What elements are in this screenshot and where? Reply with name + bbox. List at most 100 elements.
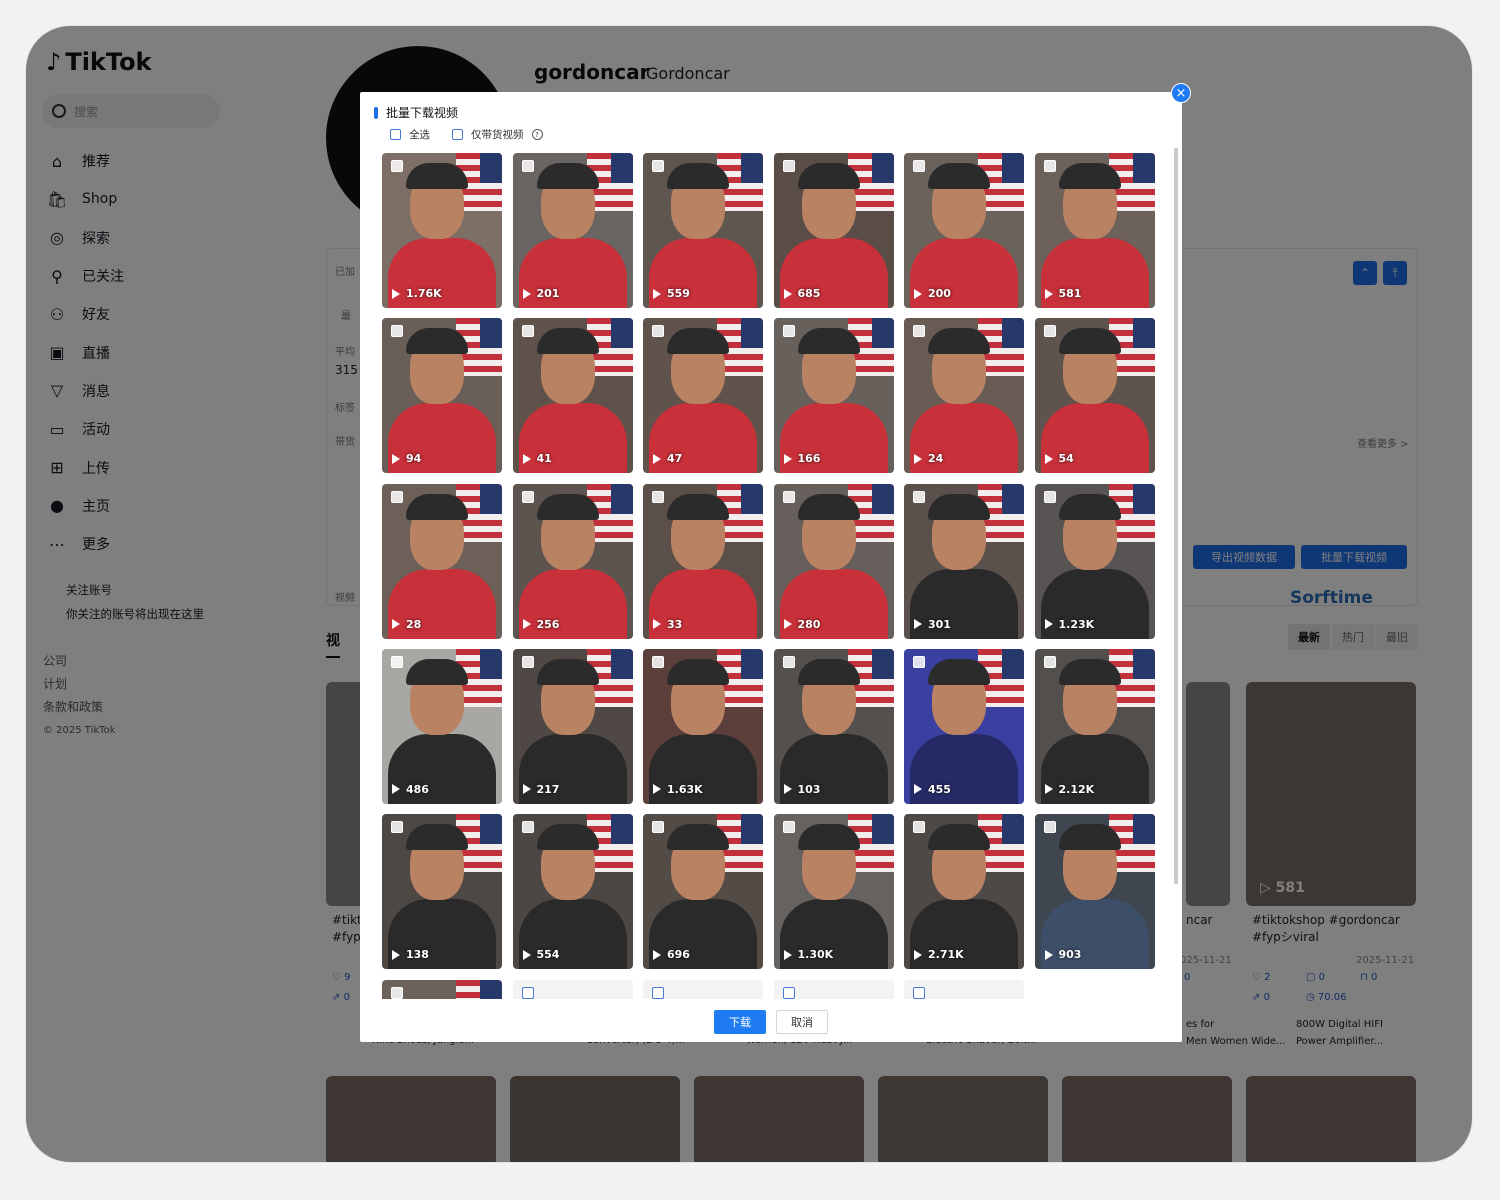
video-tile[interactable]: 581 — [1034, 153, 1155, 308]
play-icon — [653, 288, 661, 299]
tile-checkbox[interactable] — [913, 655, 925, 668]
cap-shape — [928, 328, 990, 355]
dialog-scrollbar[interactable] — [1174, 148, 1178, 884]
video-tile[interactable] — [382, 979, 502, 999]
download-button[interactable]: 下载 — [714, 1010, 766, 1034]
video-tile[interactable]: 2.71K — [904, 814, 1024, 970]
video-tile[interactable]: 47 — [643, 318, 763, 474]
video-tile[interactable] — [773, 979, 894, 999]
video-tile[interactable] — [904, 979, 1024, 999]
video-tile[interactable]: 138 — [382, 814, 502, 970]
video-tile[interactable]: 559 — [643, 153, 763, 308]
tile-checkbox[interactable] — [391, 160, 403, 172]
view-count: 1.76K — [392, 287, 442, 300]
tile-checkbox[interactable] — [521, 821, 534, 834]
tile-checkbox[interactable] — [1043, 325, 1056, 338]
video-tile[interactable]: 280 — [773, 483, 894, 639]
video-tile[interactable]: 201 — [512, 153, 633, 308]
tile-checkbox[interactable] — [782, 986, 795, 999]
video-tile[interactable]: 455 — [904, 648, 1024, 804]
video-tile[interactable]: 217 — [512, 648, 633, 804]
tile-checkbox[interactable] — [1043, 160, 1056, 172]
video-tile[interactable]: 301 — [904, 483, 1024, 639]
view-count-value: 301 — [928, 617, 951, 631]
play-icon — [392, 949, 400, 960]
video-tile[interactable]: 1.63K — [643, 648, 763, 804]
tile-checkbox[interactable] — [782, 490, 795, 503]
tile-checkbox[interactable] — [521, 655, 534, 668]
tile-checkbox[interactable] — [391, 821, 403, 834]
bulk-download-dialog: 批量下载视频 全选 仅带货视频 ? 1.76K 201 559 685 200 581 94… — [360, 92, 1182, 1042]
view-count-value: 94 — [406, 452, 422, 466]
tile-checkbox[interactable] — [1043, 655, 1056, 668]
video-tile[interactable]: 1.30K — [773, 814, 894, 970]
video-tile[interactable]: 1.76K — [382, 153, 502, 308]
tile-checkbox[interactable] — [391, 655, 403, 668]
app-window: ♪TikTok 搜索 ⌂推荐 🛍Shop ◎探索 ⚲已关注 ⚇好友 ▣直播 ▽消… — [26, 26, 1472, 1162]
view-count: 41 — [522, 452, 552, 465]
video-tile[interactable]: 166 — [773, 318, 894, 474]
play-icon — [653, 619, 661, 630]
video-tile[interactable]: 685 — [773, 153, 894, 308]
tile-checkbox[interactable] — [913, 160, 925, 172]
only-goods-checkbox[interactable]: 仅带货视频 ? — [452, 127, 543, 142]
video-tile[interactable]: 200 — [904, 153, 1024, 308]
view-count: 166 — [783, 452, 820, 465]
tile-checkbox[interactable] — [913, 986, 925, 999]
tile-checkbox[interactable] — [652, 655, 664, 668]
video-tile[interactable]: 903 — [1034, 814, 1155, 970]
checkbox-box[interactable] — [452, 129, 463, 140]
video-tile[interactable] — [512, 979, 633, 999]
help-icon[interactable]: ? — [531, 129, 543, 140]
view-count-value: 200 — [928, 287, 951, 300]
video-tile[interactable]: 54 — [1034, 318, 1155, 474]
tile-checkbox[interactable] — [1043, 821, 1056, 834]
tile-checkbox[interactable] — [391, 986, 403, 999]
video-tile[interactable]: 554 — [512, 814, 633, 970]
video-tile[interactable]: 94 — [382, 318, 502, 474]
tile-checkbox[interactable] — [521, 325, 534, 338]
view-count-value: 1.23K — [1058, 617, 1095, 631]
video-tile[interactable]: 33 — [643, 483, 763, 639]
tile-checkbox[interactable] — [782, 325, 795, 338]
cap-shape — [797, 824, 860, 851]
tile-checkbox[interactable] — [652, 986, 664, 999]
select-all-checkbox[interactable]: 全选 — [390, 127, 430, 142]
video-tile[interactable]: 486 — [382, 648, 502, 804]
video-tile[interactable]: 696 — [643, 814, 763, 970]
video-tile[interactable]: 28 — [382, 483, 502, 639]
tile-checkbox[interactable] — [1043, 490, 1056, 503]
tile-checkbox[interactable] — [652, 325, 664, 338]
tile-checkbox[interactable] — [782, 160, 795, 172]
video-tile[interactable]: 2.12K — [1034, 648, 1155, 804]
play-icon — [783, 288, 792, 299]
tile-checkbox[interactable] — [652, 490, 664, 503]
video-tile[interactable] — [643, 979, 763, 999]
video-tile[interactable]: 1.23K — [1034, 483, 1155, 639]
view-count: 256 — [522, 618, 559, 631]
cancel-button[interactable]: 取消 — [776, 1010, 828, 1034]
tile-checkbox[interactable] — [913, 490, 925, 503]
tile-checkbox[interactable] — [782, 655, 795, 668]
cap-shape — [536, 493, 599, 520]
close-icon[interactable]: × — [1171, 83, 1191, 103]
tile-checkbox[interactable] — [521, 490, 534, 503]
play-icon — [522, 288, 531, 299]
view-count-value: 685 — [797, 287, 821, 300]
tile-checkbox[interactable] — [782, 821, 795, 834]
tile-checkbox[interactable] — [913, 325, 925, 338]
tile-checkbox[interactable] — [521, 160, 534, 172]
view-count-value: 1.76K — [406, 287, 442, 300]
video-tile[interactable]: 103 — [773, 648, 894, 804]
tile-checkbox[interactable] — [521, 986, 534, 999]
tile-checkbox[interactable] — [652, 821, 664, 834]
checkbox-box[interactable] — [390, 129, 401, 140]
video-tile[interactable]: 24 — [904, 318, 1024, 474]
tile-checkbox[interactable] — [652, 160, 664, 172]
video-tile[interactable]: 41 — [512, 318, 633, 474]
video-tile[interactable]: 256 — [512, 483, 633, 639]
view-count: 2.71K — [914, 948, 964, 961]
tile-checkbox[interactable] — [391, 490, 403, 503]
tile-checkbox[interactable] — [391, 325, 403, 338]
tile-checkbox[interactable] — [913, 821, 925, 834]
